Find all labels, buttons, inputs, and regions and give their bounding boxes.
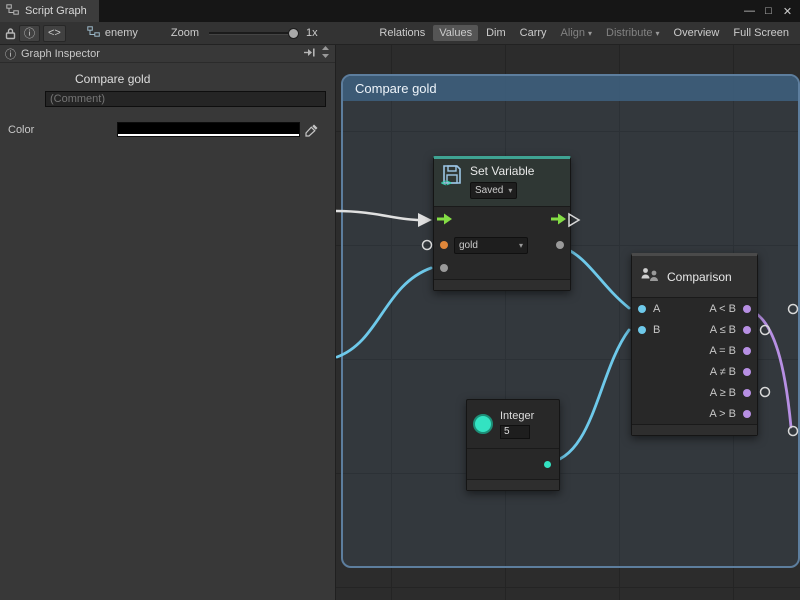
node-title: Integer bbox=[500, 410, 534, 422]
port-label: A bbox=[653, 303, 660, 315]
port-label: A < B bbox=[709, 303, 736, 315]
output-port-a-neq-b[interactable] bbox=[743, 368, 751, 376]
node-set-variable[interactable]: <> Set Variable Saved ▾ bbox=[433, 156, 571, 291]
spinner-icon[interactable] bbox=[321, 45, 330, 62]
comparison-row: A > B bbox=[632, 403, 757, 424]
chevron-down-icon: ▾ bbox=[508, 186, 512, 195]
comparison-row: A ≠ B bbox=[632, 361, 757, 382]
align-button[interactable]: Align▾ bbox=[555, 25, 598, 41]
relations-button[interactable]: Relations bbox=[373, 25, 431, 41]
chevron-down-icon: ▾ bbox=[656, 29, 660, 38]
variable-kind-dropdown[interactable]: Saved ▾ bbox=[470, 182, 517, 199]
graph-reference[interactable]: enemy bbox=[87, 26, 138, 40]
zoom-knob[interactable] bbox=[288, 28, 299, 39]
variable-name-port[interactable] bbox=[440, 241, 448, 249]
graph-inspector-panel: ⓘ Graph Inspector bbox=[0, 45, 336, 600]
save-variable-icon: <> bbox=[440, 163, 464, 190]
comparison-row: A ≥ B bbox=[632, 382, 757, 403]
comparison-row: B A ≤ B bbox=[632, 319, 757, 340]
comparison-row: A A < B bbox=[632, 298, 757, 319]
port-label: B bbox=[653, 324, 660, 336]
graph-toolbar: ⓘ <> enemy Zoom 1x Relations Values Dim … bbox=[0, 22, 800, 45]
group-header[interactable]: Compare gold bbox=[343, 76, 798, 101]
value-out-port[interactable] bbox=[556, 241, 564, 249]
integer-output-port[interactable] bbox=[544, 461, 551, 468]
value-in-port[interactable] bbox=[440, 264, 448, 272]
node-title: Comparison bbox=[667, 270, 732, 284]
info-button[interactable]: ⓘ bbox=[19, 25, 40, 42]
eyedropper-icon[interactable] bbox=[305, 123, 319, 137]
info-icon: ⓘ bbox=[5, 46, 16, 62]
node-footer bbox=[632, 424, 757, 435]
output-port-a-lte-b[interactable] bbox=[743, 326, 751, 334]
integer-type-icon bbox=[473, 414, 493, 434]
graph-title: Compare gold bbox=[75, 72, 335, 86]
graph-ref-label: enemy bbox=[105, 27, 138, 39]
port-label: A ≤ B bbox=[710, 324, 736, 336]
output-port-a-gte-b[interactable] bbox=[743, 389, 751, 397]
tab-title: Script Graph bbox=[25, 5, 87, 17]
chevron-down-icon: ▾ bbox=[519, 241, 523, 250]
fullscreen-button[interactable]: Full Screen bbox=[727, 25, 795, 41]
integer-value-input[interactable] bbox=[500, 425, 530, 439]
chevron-down-icon: ▾ bbox=[588, 29, 592, 38]
carry-button[interactable]: Carry bbox=[514, 25, 553, 41]
overview-button[interactable]: Overview bbox=[668, 25, 726, 41]
color-label: Color bbox=[0, 124, 117, 136]
color-swatch[interactable] bbox=[117, 122, 300, 137]
zoom-value: 1x bbox=[306, 27, 318, 39]
comparison-icon bbox=[640, 266, 660, 287]
node-footer bbox=[467, 479, 559, 490]
output-port-a-lt-b[interactable] bbox=[743, 305, 751, 313]
group-label: Compare gold bbox=[355, 81, 437, 96]
zoom-slider[interactable] bbox=[209, 32, 295, 35]
graph-ref-icon bbox=[87, 26, 100, 40]
distribute-button[interactable]: Distribute▾ bbox=[600, 25, 665, 41]
flow-in-port[interactable] bbox=[437, 213, 453, 228]
node-integer[interactable]: Integer bbox=[466, 399, 560, 491]
inspector-header: ⓘ Graph Inspector bbox=[0, 45, 335, 63]
window-controls: — □ ✕ bbox=[742, 5, 800, 18]
maximize-button[interactable]: □ bbox=[761, 5, 776, 18]
comment-input[interactable] bbox=[45, 91, 326, 107]
set-variable-header[interactable]: <> Set Variable Saved ▾ bbox=[434, 159, 570, 206]
variable-dropdown[interactable]: gold ▾ bbox=[454, 237, 528, 254]
values-button[interactable]: Values bbox=[433, 25, 478, 41]
comparison-header[interactable]: Comparison bbox=[632, 256, 757, 297]
port-label: A ≠ B bbox=[710, 366, 736, 378]
code-toggle-button[interactable]: <> bbox=[43, 25, 66, 42]
integer-header[interactable]: Integer bbox=[467, 400, 559, 448]
output-port-a-gt-b[interactable] bbox=[743, 410, 751, 418]
node-title: Set Variable bbox=[470, 164, 534, 178]
script-graph-window: Script Graph — □ ✕ ⓘ <> enemy bbox=[0, 0, 800, 600]
zoom-label: Zoom bbox=[171, 27, 199, 39]
jump-icon[interactable] bbox=[303, 47, 316, 61]
port-label: A = B bbox=[709, 345, 736, 357]
window-titlebar[interactable]: Script Graph — □ ✕ bbox=[0, 0, 800, 22]
toolbar-buttons: Relations Values Dim Carry Align▾ Distri… bbox=[373, 25, 797, 41]
graph-canvas[interactable]: Compare gold bbox=[336, 45, 800, 600]
script-graph-icon bbox=[6, 4, 19, 18]
comparison-row: A = B bbox=[632, 340, 757, 361]
svg-text:<>: <> bbox=[441, 178, 452, 188]
port-label: A ≥ B bbox=[710, 387, 736, 399]
input-port-a[interactable] bbox=[638, 305, 646, 313]
inspector-title: Graph Inspector bbox=[21, 48, 100, 60]
port-label: A > B bbox=[709, 408, 736, 420]
output-port-a-eq-b[interactable] bbox=[743, 347, 751, 355]
close-button[interactable]: ✕ bbox=[780, 5, 795, 18]
lock-icon[interactable] bbox=[5, 27, 16, 40]
node-footer bbox=[434, 279, 570, 290]
tab-script-graph[interactable]: Script Graph bbox=[0, 0, 99, 22]
dim-button[interactable]: Dim bbox=[480, 25, 512, 41]
input-port-b[interactable] bbox=[638, 326, 646, 334]
color-field: Color bbox=[0, 122, 335, 137]
flow-out-port[interactable] bbox=[551, 213, 567, 228]
minimize-button[interactable]: — bbox=[742, 5, 757, 18]
node-comparison[interactable]: Comparison A A < B bbox=[631, 253, 758, 436]
